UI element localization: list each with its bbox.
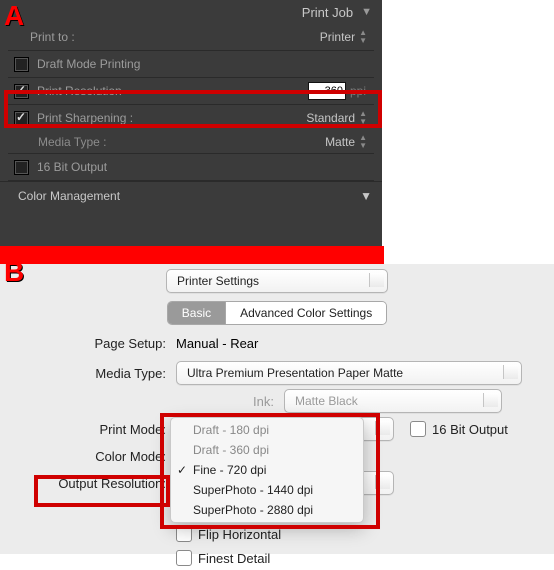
media-type-select[interactable]: Ultra Premium Presentation Paper Matte▲▼ — [176, 361, 522, 385]
print-resolution-row[interactable]: Print Resolution ppi — [8, 78, 374, 105]
media-type-row: Media Type : Matte ▲▼ — [8, 131, 374, 153]
output-resolution-label: Output Resolution: — [0, 476, 176, 491]
chevron-down-icon: ▼ — [361, 6, 372, 18]
menu-opt-draft-180[interactable]: Draft - 180 dpi — [171, 420, 363, 440]
print-resolution-checkbox[interactable] — [14, 84, 29, 99]
print-to-row: Print to : Printer ▲▼ — [8, 24, 374, 51]
ink-select[interactable]: Matte Black▲▼ — [284, 389, 502, 413]
color-management-label: Color Management — [18, 189, 120, 203]
annotation-letter-b: B — [4, 256, 24, 288]
print-sharpening-value[interactable]: Standard ▲▼ — [306, 110, 366, 126]
color-management-row[interactable]: Color Management ▼ — [0, 181, 382, 210]
media-type-value[interactable]: Matte ▲▼ — [325, 134, 366, 150]
section-header-print-job[interactable]: Print Job ▼ — [0, 0, 382, 24]
updown-icon: ▲▼ — [359, 29, 366, 45]
print-resolution-label: Print Resolution — [37, 84, 308, 98]
print-resolution-input[interactable] — [308, 82, 346, 100]
lightroom-print-panel: Print Job ▼ Print to : Printer ▲▼ Draft … — [0, 0, 382, 248]
updown-icon: ▲▼ — [359, 134, 366, 150]
updown-icon: ▲▼ — [359, 110, 366, 126]
color-mode-label: Color Mode: — [0, 449, 176, 464]
flip-horizontal-check[interactable]: Flip Horizontal — [176, 526, 281, 542]
output-resolution-menu[interactable]: Draft - 180 dpi Draft - 360 dpi Fine - 7… — [170, 417, 364, 523]
finest-detail-check[interactable]: Finest Detail — [176, 550, 270, 566]
ppi-unit: ppi — [350, 84, 366, 98]
annotation-letter-a: A — [4, 0, 24, 32]
checkbox-icon — [176, 526, 192, 542]
page-setup-value: Manual - Rear — [176, 336, 258, 351]
bit16-row[interactable]: 16 Bit Output — [8, 153, 374, 181]
chevron-down-icon: ▼ — [360, 189, 372, 203]
draft-mode-label: Draft Mode Printing — [37, 57, 374, 71]
menu-opt-superphoto-2880[interactable]: SuperPhoto - 2880 dpi — [171, 500, 363, 520]
checkbox-icon — [176, 550, 192, 566]
bit16-output-check[interactable]: 16 Bit Output — [410, 421, 508, 437]
menu-opt-fine-720[interactable]: Fine - 720 dpi — [171, 460, 363, 480]
media-type-label-b: Media Type: — [0, 366, 176, 381]
tab-advanced-color[interactable]: Advanced Color Settings — [225, 302, 386, 324]
menu-opt-superphoto-1440[interactable]: SuperPhoto - 1440 dpi — [171, 480, 363, 500]
print-mode-label: Print Mode: — [0, 422, 176, 437]
print-to-value[interactable]: Printer ▲▼ — [320, 29, 366, 45]
ink-label: Ink: — [0, 394, 284, 409]
section-title: Print Job — [302, 5, 353, 20]
print-sharpening-checkbox[interactable] — [14, 111, 29, 126]
tabs: Basic Advanced Color Settings — [167, 301, 387, 325]
page-setup-label: Page Setup: — [0, 336, 176, 351]
print-to-label: Print to : — [30, 30, 320, 44]
print-sharpening-row[interactable]: Print Sharpening : Standard ▲▼ — [8, 105, 374, 131]
printer-settings-select[interactable]: Printer Settings ▲▼ — [166, 269, 388, 293]
checkbox-icon — [410, 421, 426, 437]
menu-opt-draft-360[interactable]: Draft - 360 dpi — [171, 440, 363, 460]
media-type-label: Media Type : — [38, 135, 325, 149]
tab-basic[interactable]: Basic — [168, 302, 225, 324]
draft-mode-checkbox[interactable] — [14, 57, 29, 72]
bit16-checkbox[interactable] — [14, 160, 29, 175]
bit16-label: 16 Bit Output — [37, 160, 374, 174]
print-sharpening-label: Print Sharpening : — [37, 111, 306, 125]
draft-mode-row[interactable]: Draft Mode Printing — [8, 51, 374, 78]
